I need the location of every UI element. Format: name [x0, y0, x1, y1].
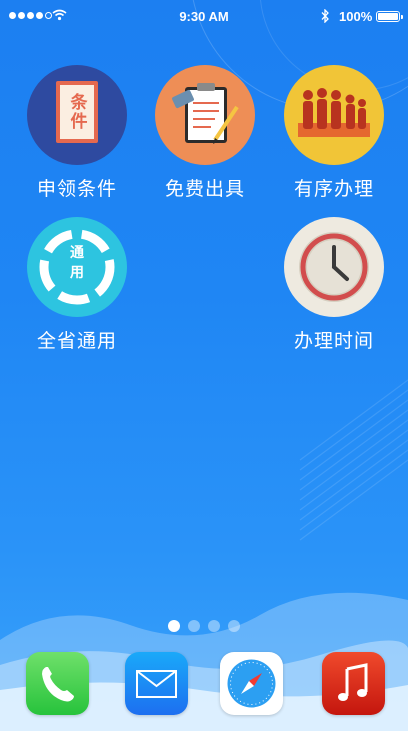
app-label: 办理时间 [293, 330, 374, 352]
app-label: 全省通用 [36, 330, 117, 352]
music-app[interactable] [322, 652, 385, 715]
queue-icon [284, 65, 384, 165]
battery-percentage: 100% [339, 9, 373, 24]
mail-app[interactable] [125, 652, 188, 715]
bluetooth-icon [321, 9, 329, 23]
safari-app[interactable] [220, 652, 283, 715]
app-label: 有序办理 [293, 178, 374, 200]
circular-arrows-icon-text: 通用 [70, 245, 84, 281]
app-label: 申领条件 [36, 178, 117, 200]
app-application-conditions[interactable]: 条件 申领条件 [17, 65, 137, 201]
mail-icon [136, 670, 177, 698]
page-indicator[interactable] [0, 620, 408, 632]
circular-arrows-icon: 通用 [27, 217, 127, 317]
clock-icon [284, 217, 384, 317]
status-bar: 9:30 AM 100% [0, 0, 408, 34]
page-dot[interactable] [168, 620, 180, 632]
page-dot[interactable] [208, 620, 220, 632]
app-processing-hours[interactable]: 办理时间 [274, 217, 394, 353]
battery-icon [376, 11, 403, 22]
app-orderly-processing[interactable]: 有序办理 [274, 65, 394, 201]
app-label: 免费出具 [164, 178, 245, 200]
page-dot[interactable] [188, 620, 200, 632]
dock [0, 640, 408, 731]
page-dot[interactable] [228, 620, 240, 632]
compass-icon [227, 659, 276, 708]
music-note-icon [338, 663, 368, 701]
document-icon-text: 条件 [66, 93, 87, 131]
phone-icon [42, 667, 74, 702]
app-province-wide[interactable]: 通用 全省通用 [17, 217, 137, 353]
phone-app[interactable] [26, 652, 89, 715]
app-free-issuance[interactable]: 免费出具 [145, 65, 265, 201]
document-icon: 条件 [27, 65, 127, 165]
clipboard-icon [155, 65, 255, 165]
